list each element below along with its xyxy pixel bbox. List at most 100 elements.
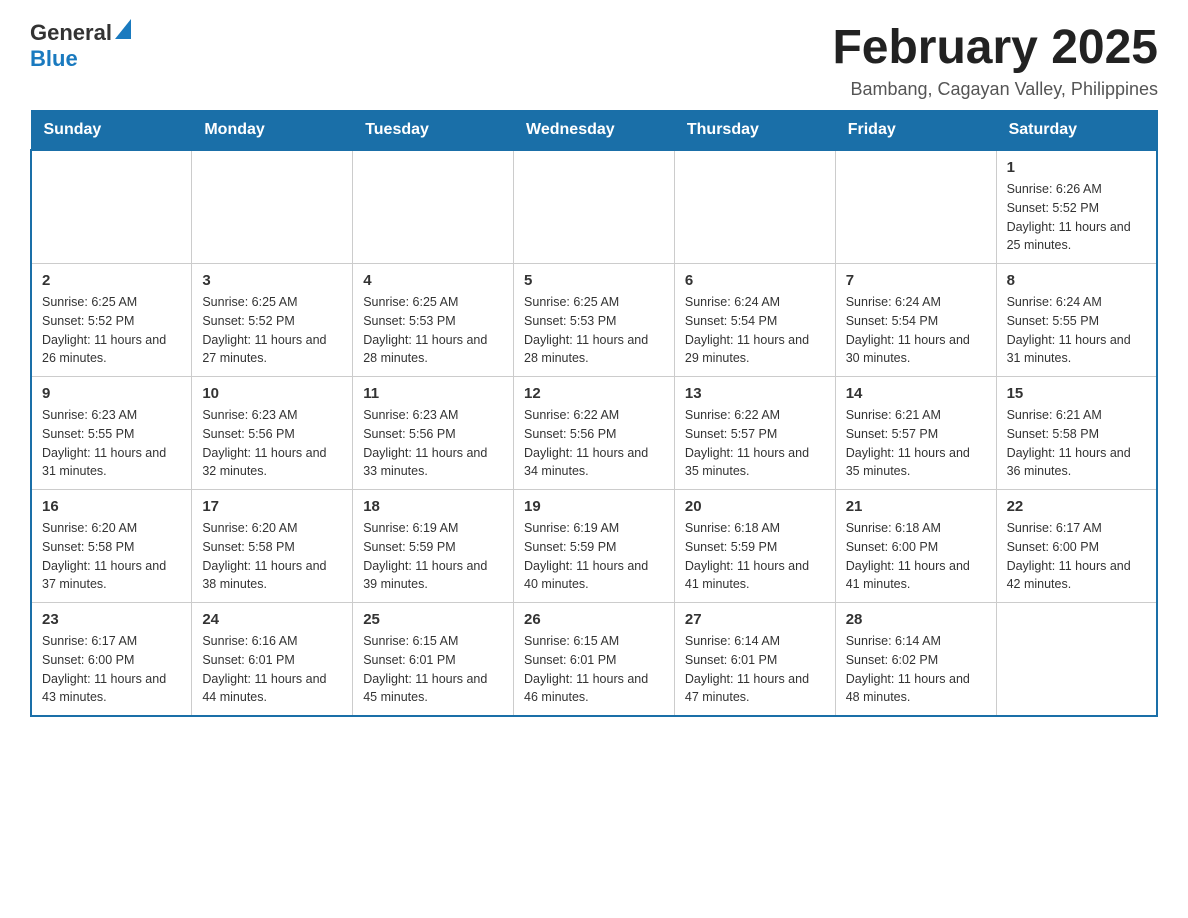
day-number: 20 xyxy=(685,498,825,515)
day-number: 24 xyxy=(202,611,342,628)
days-of-week-row: SundayMondayTuesdayWednesdayThursdayFrid… xyxy=(31,111,1157,151)
day-number: 21 xyxy=(846,498,986,515)
calendar-day-cell: 27 Sunrise: 6:14 AM Sunset: 6:01 PM Dayli… xyxy=(674,603,835,717)
day-number: 3 xyxy=(202,272,342,289)
calendar-day-cell: 1Sunrise: 6:26 AM Sunset: 5:52 PM Daylig… xyxy=(996,150,1157,264)
day-of-week-header: Tuesday xyxy=(353,111,514,151)
day-of-week-header: Saturday xyxy=(996,111,1157,151)
day-of-week-header: Sunday xyxy=(31,111,192,151)
calendar-day-cell xyxy=(835,150,996,264)
day-info: Sunrise: 6:25 AM Sunset: 5:53 PM Dayligh… xyxy=(363,293,503,368)
calendar-day-cell xyxy=(192,150,353,264)
day-number: 2 xyxy=(42,272,181,289)
day-info: Sunrise: 6:17 AM Sunset: 6:00 PM Dayligh… xyxy=(42,632,181,707)
day-number: 8 xyxy=(1007,272,1146,289)
calendar-day-cell: 11 Sunrise: 6:23 AM Sunset: 5:56 PM Dayli… xyxy=(353,377,514,490)
day-number: 9 xyxy=(42,385,181,402)
day-info: Sunrise: 6:23 AM Sunset: 5:55 PM Dayligh… xyxy=(42,406,181,481)
calendar-day-cell: 2 Sunrise: 6:25 AM Sunset: 5:52 PM Daylig… xyxy=(31,264,192,377)
day-info: Sunrise: 6:24 AM Sunset: 5:54 PM Dayligh… xyxy=(685,293,825,368)
day-info: Sunrise: 6:20 AM Sunset: 5:58 PM Dayligh… xyxy=(202,519,342,594)
day-info: Sunrise: 6:20 AM Sunset: 5:58 PM Dayligh… xyxy=(42,519,181,594)
calendar-day-cell: 12 Sunrise: 6:22 AM Sunset: 5:56 PM Dayli… xyxy=(514,377,675,490)
calendar-table: SundayMondayTuesdayWednesdayThursdayFrid… xyxy=(30,110,1158,717)
day-number: 13 xyxy=(685,385,825,402)
day-info: Sunrise: 6:14 AM Sunset: 6:01 PM Dayligh… xyxy=(685,632,825,707)
calendar-day-cell: 6 Sunrise: 6:24 AM Sunset: 5:54 PM Daylig… xyxy=(674,264,835,377)
day-info: Sunrise: 6:21 AM Sunset: 5:58 PM Dayligh… xyxy=(1007,406,1146,481)
calendar-day-cell xyxy=(31,150,192,264)
day-info: Sunrise: 6:19 AM Sunset: 5:59 PM Dayligh… xyxy=(524,519,664,594)
day-number: 12 xyxy=(524,385,664,402)
day-number: 6 xyxy=(685,272,825,289)
day-number: 26 xyxy=(524,611,664,628)
day-number: 23 xyxy=(42,611,181,628)
logo: General Blue xyxy=(30,20,131,72)
calendar-day-cell: 7Sunrise: 6:24 AM Sunset: 5:54 PM Daylig… xyxy=(835,264,996,377)
location-subtitle: Bambang, Cagayan Valley, Philippines xyxy=(832,79,1158,100)
calendar-day-cell: 25 Sunrise: 6:15 AM Sunset: 6:01 PM Dayli… xyxy=(353,603,514,717)
logo-general-text: General xyxy=(30,20,112,46)
calendar-day-cell: 28Sunrise: 6:14 AM Sunset: 6:02 PM Dayli… xyxy=(835,603,996,717)
day-info: Sunrise: 6:21 AM Sunset: 5:57 PM Dayligh… xyxy=(846,406,986,481)
calendar-day-cell: 23 Sunrise: 6:17 AM Sunset: 6:00 PM Dayli… xyxy=(31,603,192,717)
day-number: 11 xyxy=(363,385,503,402)
day-number: 25 xyxy=(363,611,503,628)
day-number: 1 xyxy=(1007,159,1146,176)
logo-blue-text: Blue xyxy=(30,46,78,71)
day-info: Sunrise: 6:25 AM Sunset: 5:52 PM Dayligh… xyxy=(202,293,342,368)
day-number: 28 xyxy=(846,611,986,628)
calendar-day-cell xyxy=(674,150,835,264)
calendar-week-row: 9 Sunrise: 6:23 AM Sunset: 5:55 PM Daylig… xyxy=(31,377,1157,490)
day-info: Sunrise: 6:18 AM Sunset: 6:00 PM Dayligh… xyxy=(846,519,986,594)
calendar-body: 1Sunrise: 6:26 AM Sunset: 5:52 PM Daylig… xyxy=(31,150,1157,716)
day-info: Sunrise: 6:15 AM Sunset: 6:01 PM Dayligh… xyxy=(363,632,503,707)
day-info: Sunrise: 6:22 AM Sunset: 5:57 PM Dayligh… xyxy=(685,406,825,481)
calendar-day-cell: 10 Sunrise: 6:23 AM Sunset: 5:56 PM Dayli… xyxy=(192,377,353,490)
calendar-day-cell: 24 Sunrise: 6:16 AM Sunset: 6:01 PM Dayli… xyxy=(192,603,353,717)
day-number: 27 xyxy=(685,611,825,628)
day-number: 10 xyxy=(202,385,342,402)
calendar-day-cell: 17 Sunrise: 6:20 AM Sunset: 5:58 PM Dayli… xyxy=(192,490,353,603)
calendar-day-cell: 13 Sunrise: 6:22 AM Sunset: 5:57 PM Dayli… xyxy=(674,377,835,490)
calendar-week-row: 23 Sunrise: 6:17 AM Sunset: 6:00 PM Dayli… xyxy=(31,603,1157,717)
calendar-day-cell: 26Sunrise: 6:15 AM Sunset: 6:01 PM Dayli… xyxy=(514,603,675,717)
calendar-week-row: 1Sunrise: 6:26 AM Sunset: 5:52 PM Daylig… xyxy=(31,150,1157,264)
day-info: Sunrise: 6:18 AM Sunset: 5:59 PM Dayligh… xyxy=(685,519,825,594)
day-number: 18 xyxy=(363,498,503,515)
day-of-week-header: Thursday xyxy=(674,111,835,151)
day-info: Sunrise: 6:24 AM Sunset: 5:55 PM Dayligh… xyxy=(1007,293,1146,368)
day-number: 14 xyxy=(846,385,986,402)
day-number: 5 xyxy=(524,272,664,289)
day-info: Sunrise: 6:19 AM Sunset: 5:59 PM Dayligh… xyxy=(363,519,503,594)
calendar-day-cell: 18 Sunrise: 6:19 AM Sunset: 5:59 PM Dayli… xyxy=(353,490,514,603)
day-info: Sunrise: 6:23 AM Sunset: 5:56 PM Dayligh… xyxy=(202,406,342,481)
day-info: Sunrise: 6:25 AM Sunset: 5:53 PM Dayligh… xyxy=(524,293,664,368)
day-info: Sunrise: 6:17 AM Sunset: 6:00 PM Dayligh… xyxy=(1007,519,1146,594)
day-info: Sunrise: 6:22 AM Sunset: 5:56 PM Dayligh… xyxy=(524,406,664,481)
month-title: February 2025 xyxy=(832,20,1158,75)
calendar-day-cell: 15 Sunrise: 6:21 AM Sunset: 5:58 PM Dayli… xyxy=(996,377,1157,490)
day-of-week-header: Wednesday xyxy=(514,111,675,151)
calendar-day-cell xyxy=(996,603,1157,717)
day-number: 17 xyxy=(202,498,342,515)
calendar-day-cell: 8 Sunrise: 6:24 AM Sunset: 5:55 PM Daylig… xyxy=(996,264,1157,377)
day-of-week-header: Friday xyxy=(835,111,996,151)
calendar-day-cell: 14 Sunrise: 6:21 AM Sunset: 5:57 PM Dayli… xyxy=(835,377,996,490)
day-info: Sunrise: 6:23 AM Sunset: 5:56 PM Dayligh… xyxy=(363,406,503,481)
calendar-day-cell xyxy=(514,150,675,264)
page-header: General Blue February 2025 Bambang, Caga… xyxy=(30,20,1158,100)
calendar-day-cell: 16 Sunrise: 6:20 AM Sunset: 5:58 PM Dayli… xyxy=(31,490,192,603)
day-info: Sunrise: 6:25 AM Sunset: 5:52 PM Dayligh… xyxy=(42,293,181,368)
day-number: 22 xyxy=(1007,498,1146,515)
day-number: 16 xyxy=(42,498,181,515)
calendar-week-row: 16 Sunrise: 6:20 AM Sunset: 5:58 PM Dayli… xyxy=(31,490,1157,603)
day-number: 15 xyxy=(1007,385,1146,402)
calendar-week-row: 2 Sunrise: 6:25 AM Sunset: 5:52 PM Daylig… xyxy=(31,264,1157,377)
day-info: Sunrise: 6:16 AM Sunset: 6:01 PM Dayligh… xyxy=(202,632,342,707)
calendar-day-cell: 9 Sunrise: 6:23 AM Sunset: 5:55 PM Daylig… xyxy=(31,377,192,490)
logo-triangle-icon xyxy=(115,19,131,39)
day-of-week-header: Monday xyxy=(192,111,353,151)
calendar-day-cell: 3 Sunrise: 6:25 AM Sunset: 5:52 PM Daylig… xyxy=(192,264,353,377)
day-info: Sunrise: 6:24 AM Sunset: 5:54 PM Dayligh… xyxy=(846,293,986,368)
